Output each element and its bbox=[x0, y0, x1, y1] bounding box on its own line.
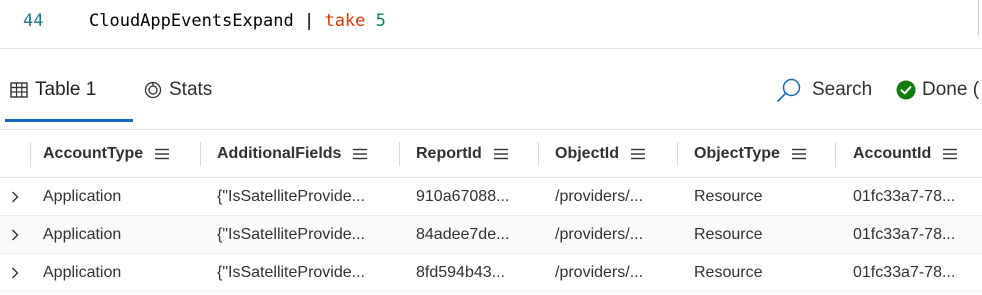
column-header-reportid[interactable]: ReportId bbox=[416, 130, 509, 177]
table-cell: 01fc33a7-78... bbox=[853, 225, 956, 243]
query-status: Done ( bbox=[896, 75, 979, 105]
table-row[interactable]: Application {"IsSatelliteProvide... 910a… bbox=[0, 178, 982, 216]
results-toolbar: Table 1 Stats Search Done ( bbox=[0, 49, 982, 129]
query-editor[interactable]: 44 CloudAppEventsExpand | take 5 bbox=[0, 0, 982, 48]
table-cell: 01fc33a7-78... bbox=[853, 187, 956, 205]
table-cell: 8fd594b43... bbox=[416, 263, 505, 281]
table-cell: Resource bbox=[694, 187, 763, 205]
column-header-label: ObjectType bbox=[694, 144, 780, 162]
grid-header-row: AccountType AdditionalFields ReportId Ob… bbox=[0, 129, 982, 178]
line-number: 44 bbox=[23, 11, 44, 31]
column-separator[interactable] bbox=[399, 142, 400, 166]
query-code-line[interactable]: CloudAppEventsExpand | take 5 bbox=[89, 11, 386, 31]
column-menu-icon[interactable] bbox=[352, 148, 368, 160]
table-cell: Resource bbox=[694, 263, 763, 281]
table-cell: /providers/... bbox=[555, 263, 644, 281]
column-header-label: AccountId bbox=[853, 144, 932, 162]
tab-table-1-label: Table 1 bbox=[35, 79, 97, 100]
column-menu-icon[interactable] bbox=[630, 148, 646, 160]
column-header-objecttype[interactable]: ObjectType bbox=[694, 130, 807, 177]
expand-row-chevron-icon[interactable] bbox=[6, 254, 24, 291]
table-cell: /providers/... bbox=[555, 187, 644, 205]
table-cell: Application bbox=[43, 225, 122, 243]
column-header-accounttype[interactable]: AccountType bbox=[43, 130, 170, 177]
table-cell: {"IsSatelliteProvide... bbox=[217, 187, 365, 205]
code-pipe: | bbox=[303, 11, 315, 31]
results-grid: AccountType AdditionalFields ReportId Ob… bbox=[0, 129, 982, 295]
table-cell: {"IsSatelliteProvide... bbox=[217, 263, 365, 281]
column-header-label: AccountType bbox=[43, 144, 144, 162]
table-cell: 910a67088... bbox=[416, 187, 510, 205]
column-header-label: AdditionalFields bbox=[217, 144, 342, 162]
column-menu-icon[interactable] bbox=[493, 148, 509, 160]
code-table-name: CloudAppEventsExpand bbox=[89, 11, 294, 31]
status-label: Done ( bbox=[922, 79, 980, 100]
column-separator[interactable] bbox=[200, 142, 201, 166]
column-menu-icon[interactable] bbox=[942, 148, 958, 160]
code-operator: take bbox=[324, 11, 366, 31]
table-cell: Application bbox=[43, 187, 122, 205]
stats-icon bbox=[144, 81, 162, 99]
table-cell: Resource bbox=[694, 225, 763, 243]
table-cell: 01fc33a7-78... bbox=[853, 263, 956, 281]
tab-table-1[interactable]: Table 1 bbox=[10, 75, 96, 105]
expand-row-chevron-icon[interactable] bbox=[6, 178, 24, 215]
table-cell: /providers/... bbox=[555, 225, 644, 243]
table-cell: 84adee7de... bbox=[416, 225, 510, 243]
table-cell: Application bbox=[43, 263, 122, 281]
tab-stats[interactable]: Stats bbox=[144, 75, 212, 105]
table-row[interactable]: Application {"IsSatelliteProvide... 8fd5… bbox=[0, 254, 982, 292]
table-cell: {"IsSatelliteProvide... bbox=[217, 225, 365, 243]
expand-row-chevron-icon[interactable] bbox=[6, 216, 24, 253]
editor-scrollbar-edge bbox=[978, 0, 979, 35]
column-separator[interactable] bbox=[30, 142, 31, 166]
column-header-label: ObjectId bbox=[555, 144, 620, 162]
table-row[interactable]: Application {"IsSatelliteProvide... 84ad… bbox=[0, 216, 982, 254]
column-header-additionalfields[interactable]: AdditionalFields bbox=[217, 130, 368, 177]
column-menu-icon[interactable] bbox=[791, 148, 807, 160]
search-button[interactable]: Search bbox=[776, 75, 872, 105]
column-header-accountid[interactable]: AccountId bbox=[853, 130, 958, 177]
table-icon bbox=[10, 82, 28, 98]
tab-stats-label: Stats bbox=[169, 79, 213, 100]
column-menu-icon[interactable] bbox=[154, 148, 170, 160]
column-separator[interactable] bbox=[835, 142, 836, 166]
checkmark-circle-icon bbox=[896, 80, 916, 100]
code-count: 5 bbox=[375, 11, 386, 31]
search-icon bbox=[776, 77, 802, 103]
search-label: Search bbox=[812, 79, 873, 100]
selected-tab-indicator bbox=[5, 119, 133, 122]
column-header-objectid[interactable]: ObjectId bbox=[555, 130, 646, 177]
column-separator[interactable] bbox=[677, 142, 678, 166]
column-header-label: ReportId bbox=[416, 144, 482, 162]
column-separator[interactable] bbox=[538, 142, 539, 166]
